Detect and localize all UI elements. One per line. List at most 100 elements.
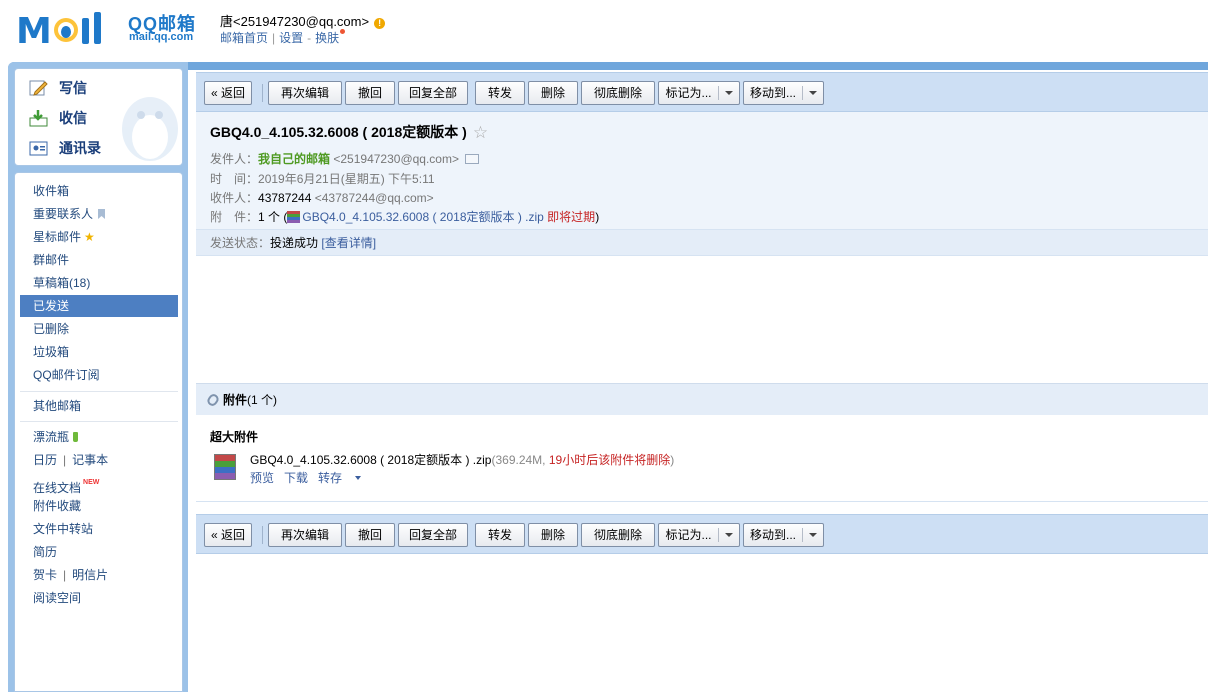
sidebar-item-label: 已发送 bbox=[33, 299, 70, 313]
compose-receive-button[interactable]: 收信 bbox=[29, 108, 87, 128]
attach-file-link[interactable]: GBQ4.0_4.105.32.6008 ( 2018定额版本 ) .zip bbox=[302, 210, 543, 224]
time-value: 2019年6月21日(星期五) 下午5:11 bbox=[258, 172, 435, 186]
link-separator: | bbox=[63, 453, 67, 467]
paperclip-icon bbox=[205, 392, 221, 408]
zip-file-icon bbox=[287, 211, 301, 223]
sidebar-item-sent[interactable]: 已发送 bbox=[20, 295, 178, 317]
forward-button[interactable]: 转发 bbox=[475, 523, 525, 547]
reedit-button[interactable]: 再次编辑 bbox=[268, 523, 342, 547]
attach-label: 附 件： bbox=[210, 210, 259, 224]
skin-link[interactable]: 换肤 bbox=[315, 31, 339, 45]
sidebar-item-label: 草稿箱(18) bbox=[33, 276, 91, 290]
sidebar-item-resume[interactable]: 简历 bbox=[20, 541, 178, 563]
recall-button[interactable]: 撤回 bbox=[345, 523, 395, 547]
mark-as-dropdown[interactable]: 标记为... bbox=[658, 81, 740, 105]
delete-button[interactable]: 删除 bbox=[528, 81, 578, 105]
attach-expire-warning: 即将过期 bbox=[547, 210, 596, 224]
compose-write-button[interactable]: 写信 bbox=[29, 78, 87, 98]
preview-link[interactable]: 预览 bbox=[250, 471, 274, 485]
recall-button[interactable]: 撤回 bbox=[345, 81, 395, 105]
move-to-dropdown[interactable]: 移动到... bbox=[743, 81, 824, 105]
postcard-link[interactable]: 明信片 bbox=[72, 568, 108, 582]
sidebar-item-drift-bottle[interactable]: 漂流瓶 bbox=[20, 426, 178, 448]
contact-card-icon[interactable] bbox=[465, 154, 479, 164]
forward-button[interactable]: 转发 bbox=[475, 81, 525, 105]
sidebar-item-label: 群邮件 bbox=[33, 253, 70, 267]
attachment-file-info: GBQ4.0_4.105.32.6008 ( 2018定额版本 ) .zip(3… bbox=[250, 451, 674, 468]
mail-from-row: 发件人：我自己的邮箱 <251947230@qq.com> bbox=[210, 150, 479, 167]
sidebar-item-attach-collect[interactable]: 附件收藏 bbox=[20, 495, 178, 517]
mark-as-dropdown[interactable]: 标记为... bbox=[658, 523, 740, 547]
sidebar-item-drafts[interactable]: 草稿箱(18) bbox=[20, 272, 178, 294]
settings-link[interactable]: 设置 bbox=[279, 31, 303, 45]
save-to-dropdown[interactable]: 转存 bbox=[318, 471, 371, 485]
reply-all-button[interactable]: 回复全部 bbox=[398, 523, 468, 547]
star-icon: ★ bbox=[84, 230, 95, 244]
sidebar-item-label: 垃圾箱 bbox=[33, 345, 70, 359]
delete-forever-button[interactable]: 彻底删除 bbox=[581, 523, 655, 547]
sidebar-item-starred[interactable]: 星标邮件 ★ bbox=[20, 226, 178, 248]
dropdown-divider bbox=[717, 528, 719, 542]
qq-mail-logo[interactable]: M bbox=[16, 8, 128, 48]
mail-home-link[interactable]: 邮箱首页 bbox=[220, 31, 268, 45]
compose-write-label: 写信 bbox=[59, 80, 87, 96]
sidebar-item-online-docs[interactable]: 在线文档 NEW bbox=[20, 472, 178, 495]
sidebar-item-deleted[interactable]: 已删除 bbox=[20, 318, 178, 340]
sidebar-item-inbox[interactable]: 收件箱 bbox=[20, 180, 178, 202]
mail-read-panel: « 返回 再次编辑 撤回 回复全部 转发 删除 彻底删除 标记为... 移动到.… bbox=[196, 72, 1208, 692]
dropdown-divider bbox=[802, 528, 803, 542]
chevron-down-icon bbox=[809, 91, 817, 95]
download-link[interactable]: 下载 bbox=[284, 471, 308, 485]
attachment-file-name[interactable]: GBQ4.0_4.105.32.6008 ( 2018定额版本 ) .zip bbox=[250, 453, 491, 467]
sidebar-item-reading[interactable]: 阅读空间 bbox=[20, 587, 178, 609]
chevron-down-icon bbox=[809, 533, 817, 537]
user-links: 邮箱首页 | 设置 - 换肤 bbox=[220, 29, 346, 46]
reply-all-button[interactable]: 回复全部 bbox=[398, 81, 468, 105]
mail-toolbar-bottom: « 返回 再次编辑 撤回 回复全部 转发 删除 彻底删除 标记为... 移动到.… bbox=[196, 514, 1208, 554]
sidebar-item-group-mail[interactable]: 群邮件 bbox=[20, 249, 178, 271]
sidebar-item-other-mail[interactable]: 其他邮箱 bbox=[20, 395, 178, 417]
back-button[interactable]: « 返回 bbox=[204, 523, 252, 547]
chevron-down-icon bbox=[724, 91, 733, 95]
sidebar-divider bbox=[20, 421, 178, 422]
mail-toolbar-top: « 返回 再次编辑 撤回 回复全部 转发 删除 彻底删除 标记为... 移动到.… bbox=[196, 72, 1208, 112]
sidebar-item-important-contacts[interactable]: 重要联系人 bbox=[20, 203, 178, 225]
calendar-link[interactable]: 日历 bbox=[33, 453, 57, 467]
from-name[interactable]: 我自己的邮箱 bbox=[258, 152, 330, 166]
sidebar-item-cards: 贺卡 | 明信片 bbox=[20, 564, 178, 586]
compose-contacts-button[interactable]: 通讯录 bbox=[29, 138, 101, 158]
attachment-delete-warning: 19小时后该附件将删除 bbox=[548, 453, 671, 467]
sidebar-item-label: 收件箱 bbox=[33, 184, 70, 198]
attach-count: 1 个 ( bbox=[258, 210, 288, 224]
dropdown-divider bbox=[717, 86, 719, 100]
sidebar-item-label: 附件收藏 bbox=[33, 499, 82, 513]
sidebar-item-spam[interactable]: 垃圾箱 bbox=[20, 341, 178, 363]
user-name: 唐<251947230@qq.com> bbox=[220, 14, 370, 29]
mail-subject: GBQ4.0_4.105.32.6008 ( 2018定额版本 ) ☆ bbox=[210, 122, 488, 143]
sidebar-item-label: 简历 bbox=[33, 545, 58, 559]
sidebar-item-label: 在线文档 bbox=[33, 481, 82, 495]
warning-icon[interactable]: ! bbox=[374, 18, 386, 29]
delete-forever-button[interactable]: 彻底删除 bbox=[581, 81, 655, 105]
move-to-label: 移动到... bbox=[749, 86, 796, 100]
attachment-section-count: (1 个) bbox=[247, 393, 278, 407]
sidebar-item-label: 其他邮箱 bbox=[33, 399, 82, 413]
compose-contacts-label: 通讯录 bbox=[59, 140, 101, 156]
reedit-button[interactable]: 再次编辑 bbox=[268, 81, 342, 105]
notification-dot-icon bbox=[340, 29, 346, 34]
bookmark-icon bbox=[98, 209, 106, 219]
move-to-dropdown[interactable]: 移动到... bbox=[743, 523, 824, 547]
notes-link[interactable]: 记事本 bbox=[72, 453, 108, 467]
toolbar-separator bbox=[262, 526, 263, 544]
status-detail-link[interactable]: [查看详情] bbox=[321, 236, 376, 250]
star-outline-icon[interactable]: ☆ bbox=[473, 123, 488, 142]
zip-archive-icon[interactable] bbox=[212, 452, 240, 482]
time-label: 时 间： bbox=[210, 172, 259, 186]
sidebar-item-file-transfer[interactable]: 文件中转站 bbox=[20, 518, 178, 540]
sidebar-item-subscriptions[interactable]: QQ邮件订阅 bbox=[20, 364, 178, 386]
to-name[interactable]: 43787244 bbox=[258, 191, 311, 205]
compose-receive-label: 收信 bbox=[59, 110, 87, 126]
delete-button[interactable]: 删除 bbox=[528, 523, 578, 547]
back-button[interactable]: « 返回 bbox=[204, 81, 252, 105]
greeting-card-link[interactable]: 贺卡 bbox=[33, 568, 57, 582]
